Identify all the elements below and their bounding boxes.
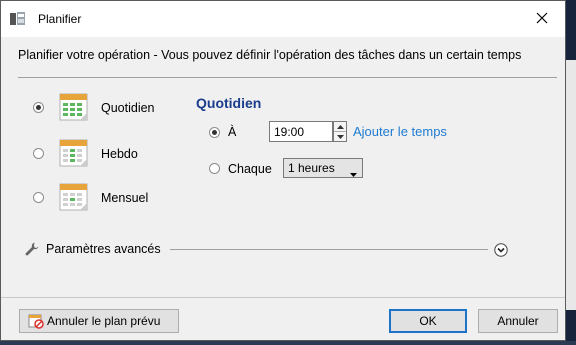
app-icon [9,11,27,27]
cancel-plan-button[interactable]: Annuler le plan prévu [19,309,179,333]
weekly-radio[interactable] [33,148,44,159]
dropdown-arrow-icon [350,166,357,180]
close-icon [536,12,548,27]
background-window-strip-bottom [0,341,576,345]
chevron-down-icon[interactable] [494,243,508,257]
cancel-label: Annuler [497,314,539,328]
every-label: Chaque [228,162,272,176]
monthly-label: Mensuel [101,191,149,205]
interval-value: 1 heures [288,161,335,175]
dialog-description: Planifier votre opération - Vous pouvez … [18,48,522,62]
daily-label: Quotidien [101,101,155,115]
calendar-monthly-icon [58,181,90,213]
background-window-strip [566,60,576,310]
detail-section-title: Quotidien [196,95,262,111]
interval-select[interactable]: 1 heures [283,158,363,178]
cancel-plan-label: Annuler le plan prévu [47,314,161,328]
at-time-radio[interactable] [209,127,220,138]
header-separator [18,77,557,78]
add-time-link[interactable]: Ajouter le temps [353,124,447,139]
window-title: Planifier [38,12,82,26]
schedule-dialog: Planifier Planifier votre opération - Vo… [0,0,566,341]
ok-label: OK [419,314,437,328]
wrench-icon [24,241,40,260]
at-time-label: À [228,125,237,139]
advanced-separator [170,249,488,250]
calendar-cancel-icon [28,313,44,329]
close-button[interactable] [519,1,565,37]
monthly-radio[interactable] [33,192,44,203]
time-spinner[interactable] [333,121,347,142]
time-input[interactable]: 19:00 [269,121,333,142]
advanced-settings-label[interactable]: Paramètres avancés [46,242,161,256]
spin-up-icon[interactable] [334,122,346,132]
weekly-label: Hebdo [101,147,138,161]
calendar-weekly-icon [58,137,90,169]
daily-radio[interactable] [33,102,44,113]
cancel-button[interactable]: Annuler [478,309,558,333]
calendar-daily-icon [58,91,90,123]
every-radio[interactable] [209,163,220,174]
spin-down-icon[interactable] [334,132,346,141]
footer-separator [1,297,565,298]
title-bar: Planifier [1,1,565,37]
ok-button[interactable]: OK [389,309,467,333]
